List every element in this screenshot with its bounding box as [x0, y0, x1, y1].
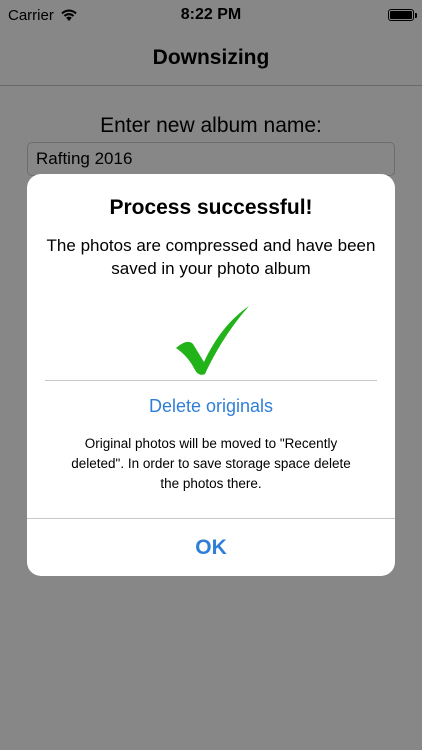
checkmark-icon — [176, 306, 249, 375]
delete-originals-button[interactable]: Delete originals — [27, 396, 395, 417]
success-alert: Process successful! The photos are compr… — [27, 174, 395, 576]
alert-title: Process successful! — [109, 196, 313, 219]
alert-divider — [45, 380, 377, 381]
alert-info-text: Original photos will be moved to "Recent… — [71, 436, 351, 491]
alert-message: The photos are compressed and have been … — [46, 236, 376, 278]
battery-icon — [388, 9, 417, 21]
status-right — [388, 9, 417, 21]
battery-fill — [390, 11, 412, 19]
ok-button[interactable]: OK — [27, 519, 395, 576]
